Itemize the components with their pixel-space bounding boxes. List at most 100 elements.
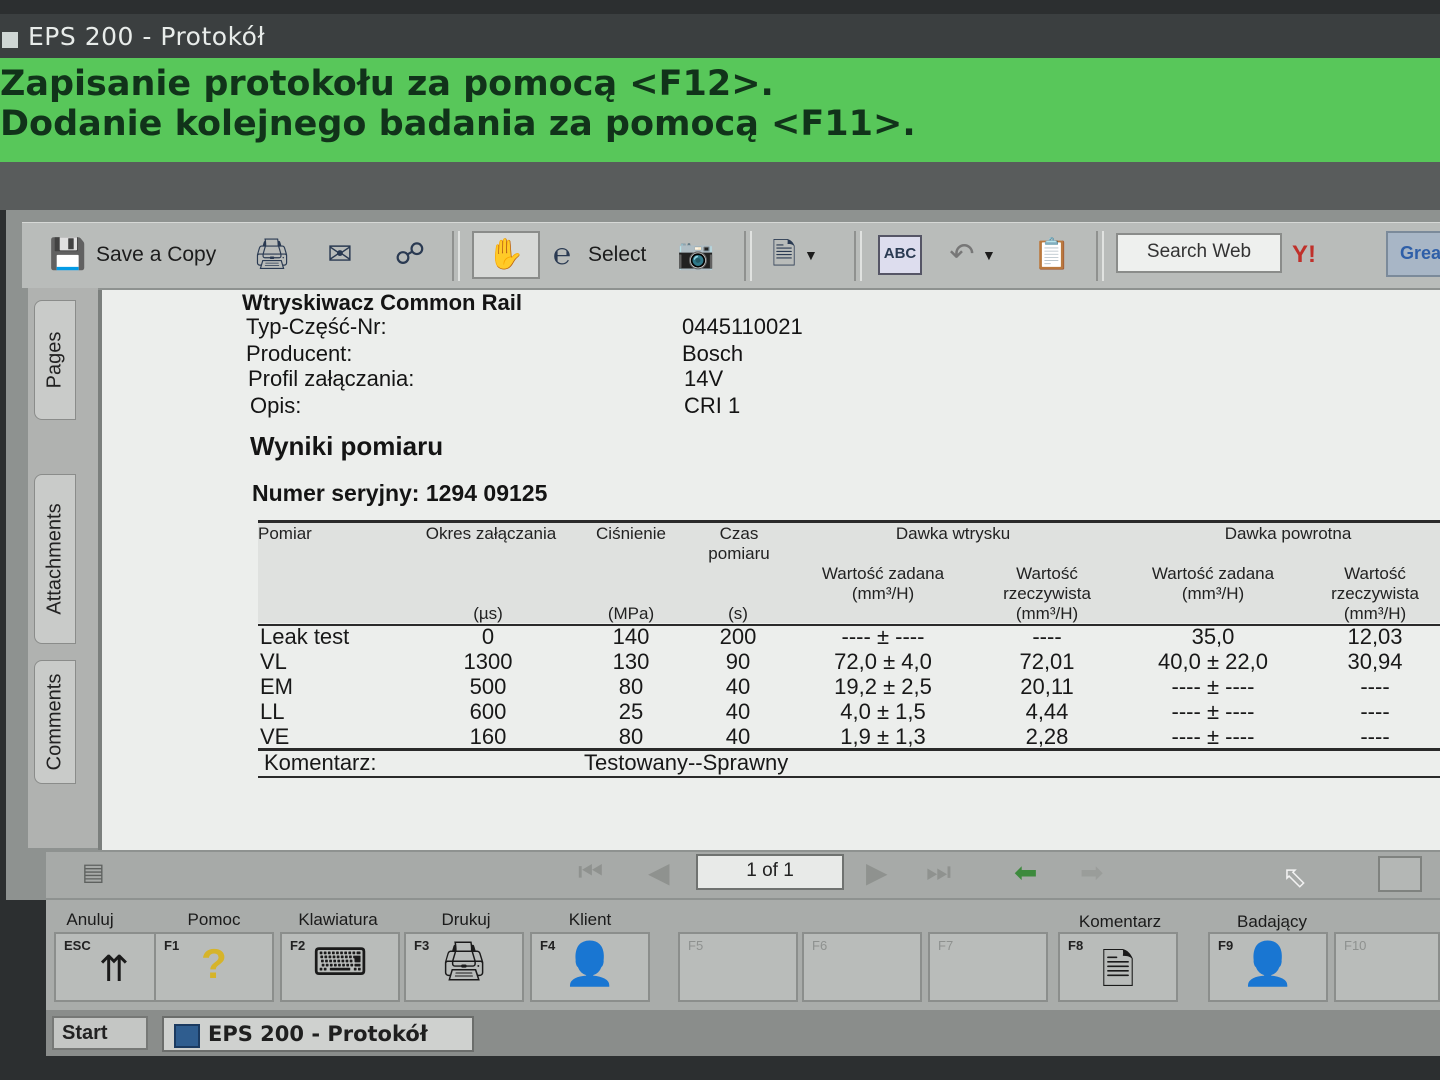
app-icon [2,32,18,48]
tab-comments[interactable]: Comments [34,660,76,784]
table-cell: 160 [469,724,507,749]
tab-comments-label: Comments [43,673,66,771]
comment-value: Testowany--Sprawny [584,750,789,775]
table-cell: VL [260,649,287,674]
fkey-label: Anuluj [66,910,114,929]
next-view-icon[interactable]: ➡ [1080,856,1103,889]
table-cell: ---- ± ---- [1171,724,1255,749]
print-button[interactable]: 🖨 [252,233,292,277]
pages-menu-button[interactable]: 🗎 ▼ [764,233,818,277]
field-value: Bosch [682,341,744,366]
banner-divider [0,162,1440,210]
table-cell: 40 [725,699,751,724]
table-cell: ---- [1360,674,1390,699]
fkey-f3-drukuj[interactable]: F3 🖨 [404,932,524,1002]
table-cell: 500 [469,674,507,699]
tab-pages[interactable]: Pages [34,300,76,420]
fkey-f2-klawiatura[interactable]: F2 ⌨ [280,932,400,1002]
copy-button[interactable]: 📋 [1032,233,1072,277]
document-icon: 🗎 [1101,946,1135,993]
table-cell: 90 [725,649,751,674]
serial-number: Numer seryjny: 1294 09125 [252,480,548,506]
last-page-icon[interactable]: ⏭ [926,856,951,889]
fkey-label: Klient [568,910,612,929]
table-cell: EM [260,674,293,699]
first-page-icon[interactable]: ⏮ [578,856,603,889]
yahoo-button[interactable]: Y! [1292,233,1316,277]
table-cell: 19,2 ± 2,5 [834,674,932,699]
spellcheck-button[interactable]: ABC [878,233,922,277]
table-cell: 1,9 ± 1,3 [840,724,926,749]
start-button[interactable]: Start [52,1016,148,1050]
find-button[interactable]: ☍ [390,233,430,277]
undo-button[interactable]: ↶ ▼ [942,233,995,277]
page-number-field[interactable]: 1 of 1 [696,854,844,890]
printer-icon: 🖨 [252,238,292,271]
table-cell: 72,0 ± 4,0 [834,649,932,674]
snapshot-button[interactable]: 📷 [676,233,716,277]
email-button[interactable]: ✉ [320,233,360,277]
table-cell: 200 [719,624,757,649]
keyboard-icon: ⌨ [312,942,368,984]
fkey-f4-klient[interactable]: F4 👤 [530,932,650,1002]
table-cell: ---- ± ---- [1171,674,1255,699]
table-cell: LL [260,699,285,724]
info-banner: Zapisanie protokołu za pomocą <F12>. Dod… [0,58,1440,162]
text-cursor-icon: ℮ [552,238,571,271]
field-value: 0445110021 [682,314,803,339]
table-cell: 1300 [463,649,513,674]
fkey-label: Badający [1237,912,1307,931]
header-cisnienie: Ciśnienie [596,524,666,543]
header-okres: Okres załączania [425,524,557,543]
hand-icon: ✋ [487,238,525,271]
fkey-f7[interactable]: F7 [928,932,1048,1002]
next-page-icon[interactable]: ▶ [866,856,888,889]
table-cell: 40 [725,674,751,699]
table-cell: 2,28 [1025,724,1069,749]
previous-view-icon[interactable]: ⬅ [1014,856,1037,889]
window-titlebar: EPS 200 - Protokół [0,14,1440,58]
viewer-toolbar: 💾 Save a Copy 🖨 ✉ ☍ ✋ ℮ Select 📷 🗎 ▼ ABC… [22,222,1440,288]
select-tool-button[interactable]: ℮ Select [542,233,646,277]
fkey-f8-komentarz[interactable]: F8 🗎 [1058,932,1178,1002]
email-globe-icon: ✉ [327,238,353,271]
fkey-f9-badajacy[interactable]: F9 👤 [1208,932,1328,1002]
banner-line-2: Dodanie kolejnego badania za pomocą <F11… [0,104,916,144]
field-label: Producent: [246,341,353,366]
floppy-disk-icon: 💾 [49,238,87,271]
fkey-f5[interactable]: F5 [678,932,798,1002]
save-copy-button[interactable]: 💾 Save a Copy [48,233,216,277]
binoculars-icon: ☍ [394,238,426,271]
tab-attachments[interactable]: Attachments [34,474,76,644]
search-web-input[interactable]: Search Web [1116,233,1282,273]
table-cell: ---- ± ---- [841,624,925,649]
document-page: Wtryskiwacz Common Rail Typ-Część-Nr: 04… [98,290,1440,850]
document-heading: Wtryskiwacz Common Rail [242,290,522,315]
taskbar-item-eps200[interactable]: EPS 200 - Protokół [162,1016,474,1052]
resize-box[interactable] [1378,856,1422,892]
hand-tool-button[interactable]: ✋ [472,231,540,279]
toolbar-separator [854,231,862,281]
fkey-f1-pomoc[interactable]: F1 ? [154,932,274,1002]
page-layout-icon[interactable]: ▤ [82,858,105,887]
previous-page-icon[interactable]: ◀ [648,856,670,889]
mouse-cursor-icon: ⬁ [1282,861,1308,894]
fkey-f10[interactable]: F10 [1334,932,1440,1002]
table-cell: VE [260,724,290,749]
fkey-label: Drukuj [441,910,491,929]
grea-button[interactable]: Grea [1386,231,1440,277]
pages-icon: 🗎 [771,238,797,271]
header-wartosc-zadana: Wartość zadana (mm³/H) [821,564,945,603]
person-icon: 👤 [1241,940,1295,987]
table-cell: 12,03 [1347,624,1403,649]
table-cell: 130 [612,649,650,674]
table-cell: 600 [469,699,507,724]
comment-label: Komentarz: [264,750,377,775]
table-body-rule [258,748,1440,751]
fkey-f6[interactable]: F6 [802,932,922,1002]
header-wartosc-rzeczywista: Wartość rzeczywista (mm³/H) [1331,564,1419,623]
field-value: 14V [684,366,724,391]
table-cell: 80 [618,724,644,749]
header-pomiar: Pomiar [258,524,312,543]
table-cell: Leak test [260,624,350,649]
